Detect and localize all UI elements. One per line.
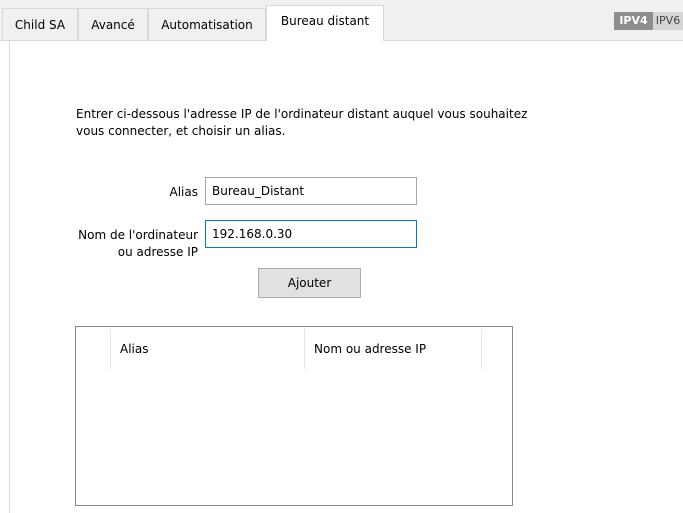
alias-label: Alias	[169, 185, 198, 199]
column-separator[interactable]	[304, 329, 305, 369]
tab-child-sa[interactable]: Child SA	[2, 8, 78, 40]
ipv4-toggle[interactable]: IPV4	[614, 12, 653, 30]
alias-input[interactable]	[205, 177, 417, 205]
tab-bureau-distant[interactable]: Bureau distant	[266, 5, 384, 41]
column-separator[interactable]	[110, 329, 111, 369]
host-label-line1: Nom de l'ordinateur	[78, 228, 198, 242]
add-button[interactable]: Ajouter	[258, 268, 361, 298]
host-label-line2: ou adresse IP	[117, 245, 198, 259]
column-header-alias[interactable]: Alias	[120, 341, 148, 358]
host-label: Nom de l'ordinateur ou adresse IP	[40, 227, 198, 261]
instructions-text: Entrer ci-dessous l'adresse IP de l'ordi…	[76, 107, 528, 138]
column-separator[interactable]	[481, 329, 482, 369]
host-input[interactable]	[205, 220, 417, 248]
remote-desktop-list[interactable]: Alias Nom ou adresse IP	[75, 326, 513, 506]
tab-strip: Child SA Avancé Automatisation Bureau di…	[0, 0, 683, 41]
tab-avance[interactable]: Avancé	[78, 8, 148, 40]
ipv6-toggle[interactable]: IPV6	[653, 12, 683, 30]
tab-automatisation[interactable]: Automatisation	[148, 8, 266, 40]
column-header-host[interactable]: Nom ou adresse IP	[314, 341, 426, 358]
